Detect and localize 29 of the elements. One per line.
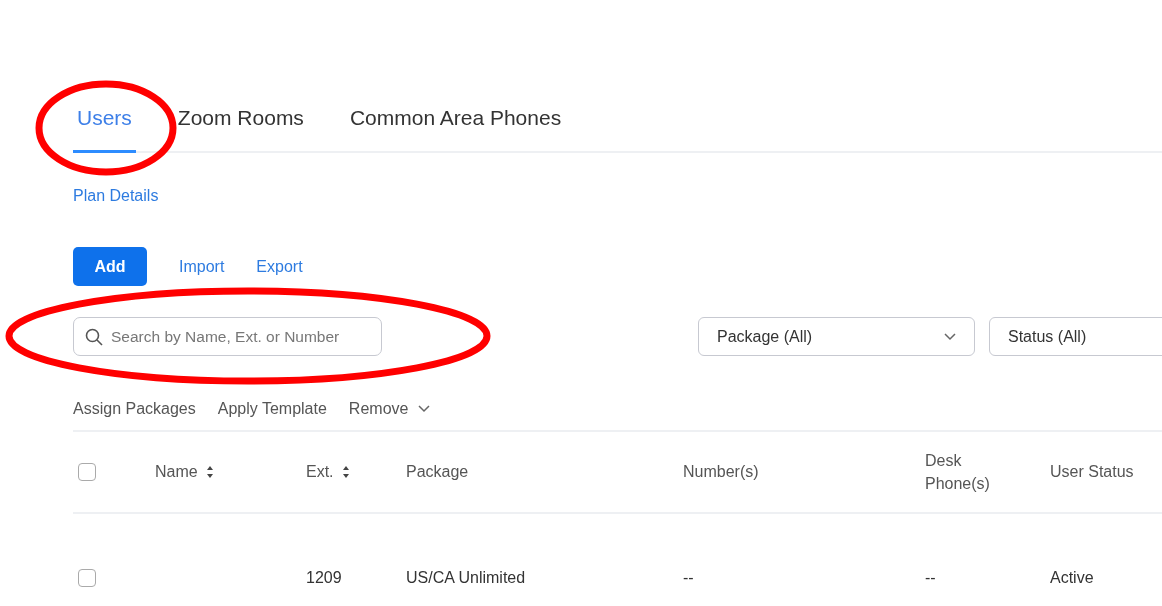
add-button[interactable]: Add bbox=[73, 247, 147, 286]
table-cell-text: 1209 bbox=[306, 569, 343, 587]
bulk-action[interactable]: Assign Packages bbox=[73, 400, 196, 418]
search-icon bbox=[85, 328, 103, 346]
filter-dropdown[interactable]: Status (All) bbox=[989, 317, 1162, 356]
chevron-down-icon bbox=[944, 332, 956, 341]
tab[interactable]: Common Area Phones bbox=[345, 102, 566, 153]
tab[interactable]: Zoom Rooms bbox=[173, 102, 308, 153]
plan-details-link[interactable]: Plan Details bbox=[73, 187, 159, 204]
sort-icon[interactable] bbox=[341, 465, 350, 479]
filter-dropdown[interactable]: Package (All) bbox=[698, 317, 975, 356]
column-header[interactable]: Ext. bbox=[306, 460, 406, 484]
column-header: Number(s) bbox=[683, 462, 760, 483]
checkbox[interactable] bbox=[78, 463, 96, 481]
table-cell-text: -- bbox=[925, 569, 937, 587]
sort-icon[interactable] bbox=[205, 465, 214, 479]
checkbox[interactable] bbox=[78, 569, 96, 587]
search-field[interactable]: Search by Name, Ext. or Number bbox=[73, 317, 382, 356]
column-header: User Status bbox=[1050, 462, 1135, 483]
column-header: Package bbox=[406, 462, 470, 483]
bulk-action[interactable]: Apply Template bbox=[217, 400, 327, 418]
table-cell-text: -- bbox=[683, 569, 695, 587]
column-header: Desk Phone(s) bbox=[925, 450, 991, 494]
table-cell-text: Active bbox=[1050, 569, 1095, 587]
toolbar-link[interactable]: Export bbox=[256, 257, 303, 276]
toolbar-link[interactable]: Import bbox=[179, 257, 225, 276]
table-cell-text: US/CA Unlimited bbox=[406, 569, 527, 587]
column-header[interactable]: Name bbox=[155, 460, 306, 484]
bulk-action[interactable]: Remove bbox=[348, 400, 431, 418]
